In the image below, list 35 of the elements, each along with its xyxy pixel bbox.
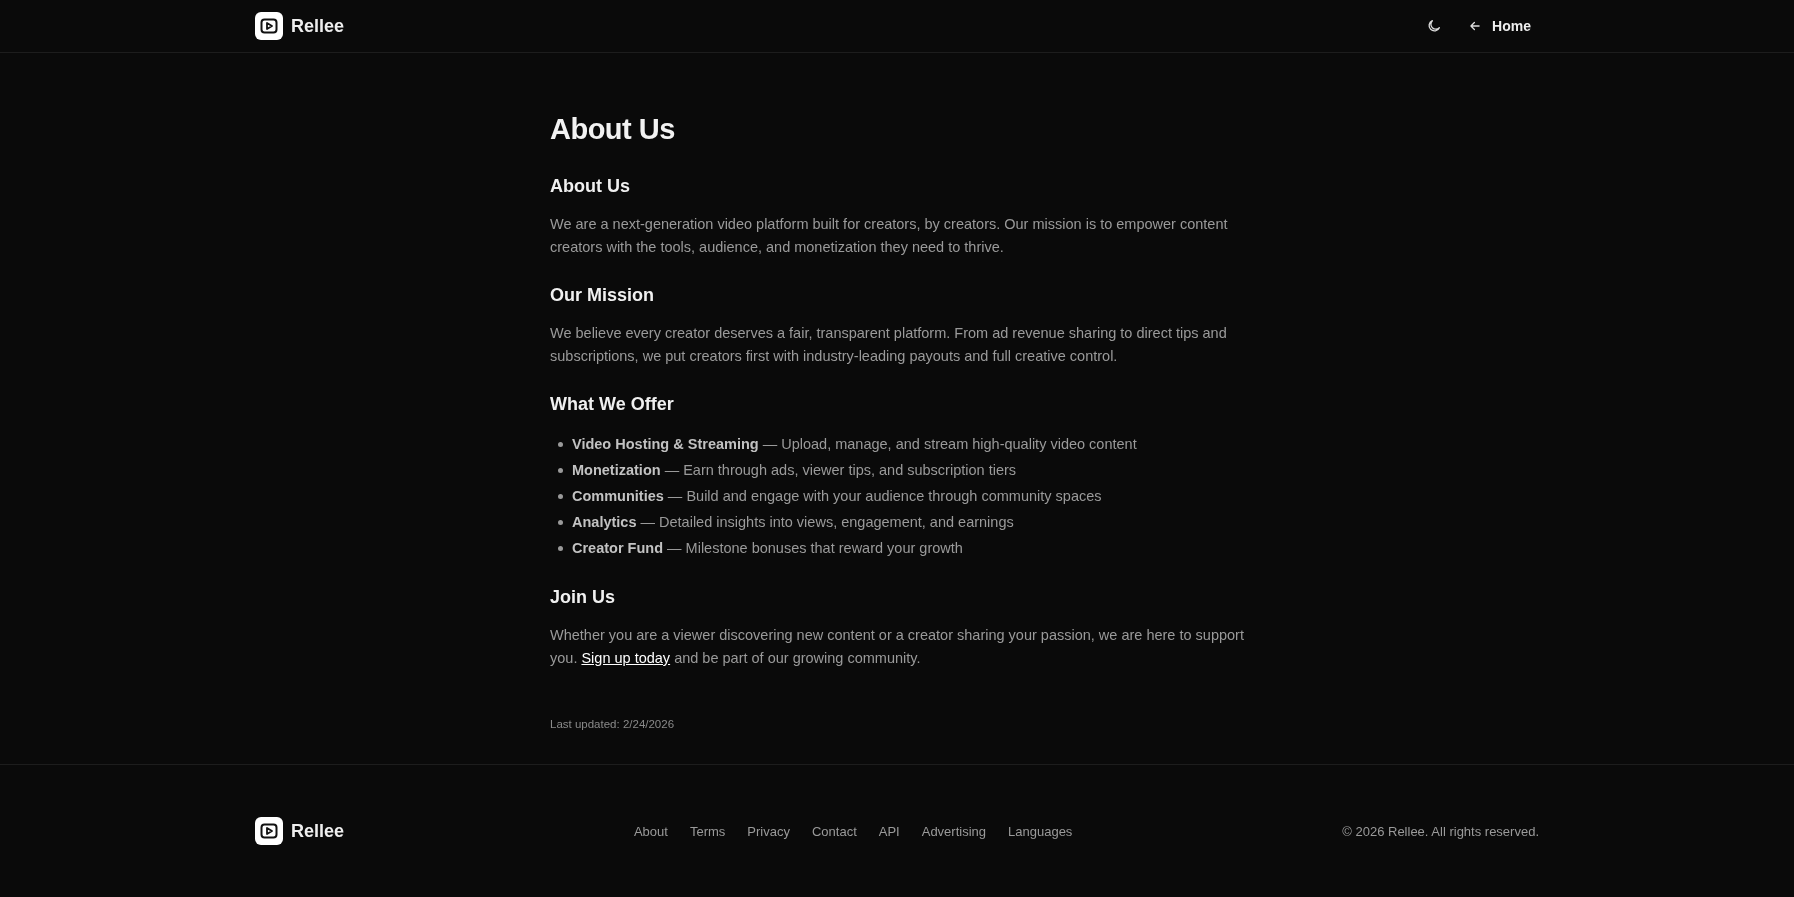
- footer-link[interactable]: Advertising: [921, 823, 987, 839]
- sign-up-link[interactable]: Sign up today: [581, 650, 671, 666]
- page-title: About Us: [550, 113, 676, 146]
- home-link[interactable]: Home: [1468, 18, 1531, 34]
- list-item: Creator Fund — Milestone bonuses that reward your growth: [572, 539, 963, 558]
- paragraph: Whether you are a viewer discovering new content or a creator sharing your passion, we are here to support you. Sign up today and be part of our growing community.: [550, 626, 1244, 668]
- last-updated-text: Last updated: 2/24/2026: [550, 718, 675, 730]
- play-logo-icon: [255, 12, 283, 40]
- footer-link[interactable]: Contact: [811, 823, 857, 839]
- list-item: Communities — Build and engage with your audience through community spaces: [572, 487, 1102, 506]
- section-heading: Join Us: [550, 587, 615, 608]
- section-heading: What We Offer: [550, 394, 674, 415]
- copyright-text: © 2026 Rellee. All rights reserved.: [1342, 823, 1539, 839]
- arrow-left-icon: [1468, 19, 1483, 33]
- bullet-dot: [558, 493, 563, 499]
- bullet-dot: [558, 545, 563, 551]
- footer-link[interactable]: Terms: [689, 823, 726, 839]
- bullet-dot: [558, 519, 563, 525]
- moon-icon: [1426, 18, 1443, 34]
- list-item: Analytics — Detailed insights into views, engagement, and earnings: [572, 513, 1014, 532]
- bullet-dot: [558, 467, 563, 473]
- section-heading: About Us: [550, 176, 630, 197]
- list-item: Video Hosting & Streaming — Upload, manage, and stream high-quality video content: [572, 435, 1137, 454]
- paragraph: We believe every creator deserves a fair, transparent platform. From ad revenue sharing to direct tips and subscriptions, we put creators first with industry-leading payouts and full creative control.: [550, 324, 1228, 366]
- paragraph: We are a next-generation video platform built for creators, by creators. Our mission is to empower content creators with the tools, audience, and monetization they need to thrive.: [550, 215, 1229, 257]
- section-heading: Our Mission: [550, 285, 654, 306]
- brand-logo-link[interactable]: Rellee: [255, 817, 345, 845]
- footer-link[interactable]: API: [878, 823, 900, 839]
- list-item: Monetization — Earn through ads, viewer tips, and subscription tiers: [572, 461, 1017, 480]
- play-logo-icon: [255, 817, 283, 845]
- footer-link[interactable]: Privacy: [747, 823, 790, 839]
- footer-link[interactable]: Languages: [1008, 823, 1073, 839]
- footer-link[interactable]: About: [633, 823, 668, 839]
- bullet-dot: [558, 441, 563, 447]
- brand-logo-link[interactable]: Rellee: [255, 12, 345, 40]
